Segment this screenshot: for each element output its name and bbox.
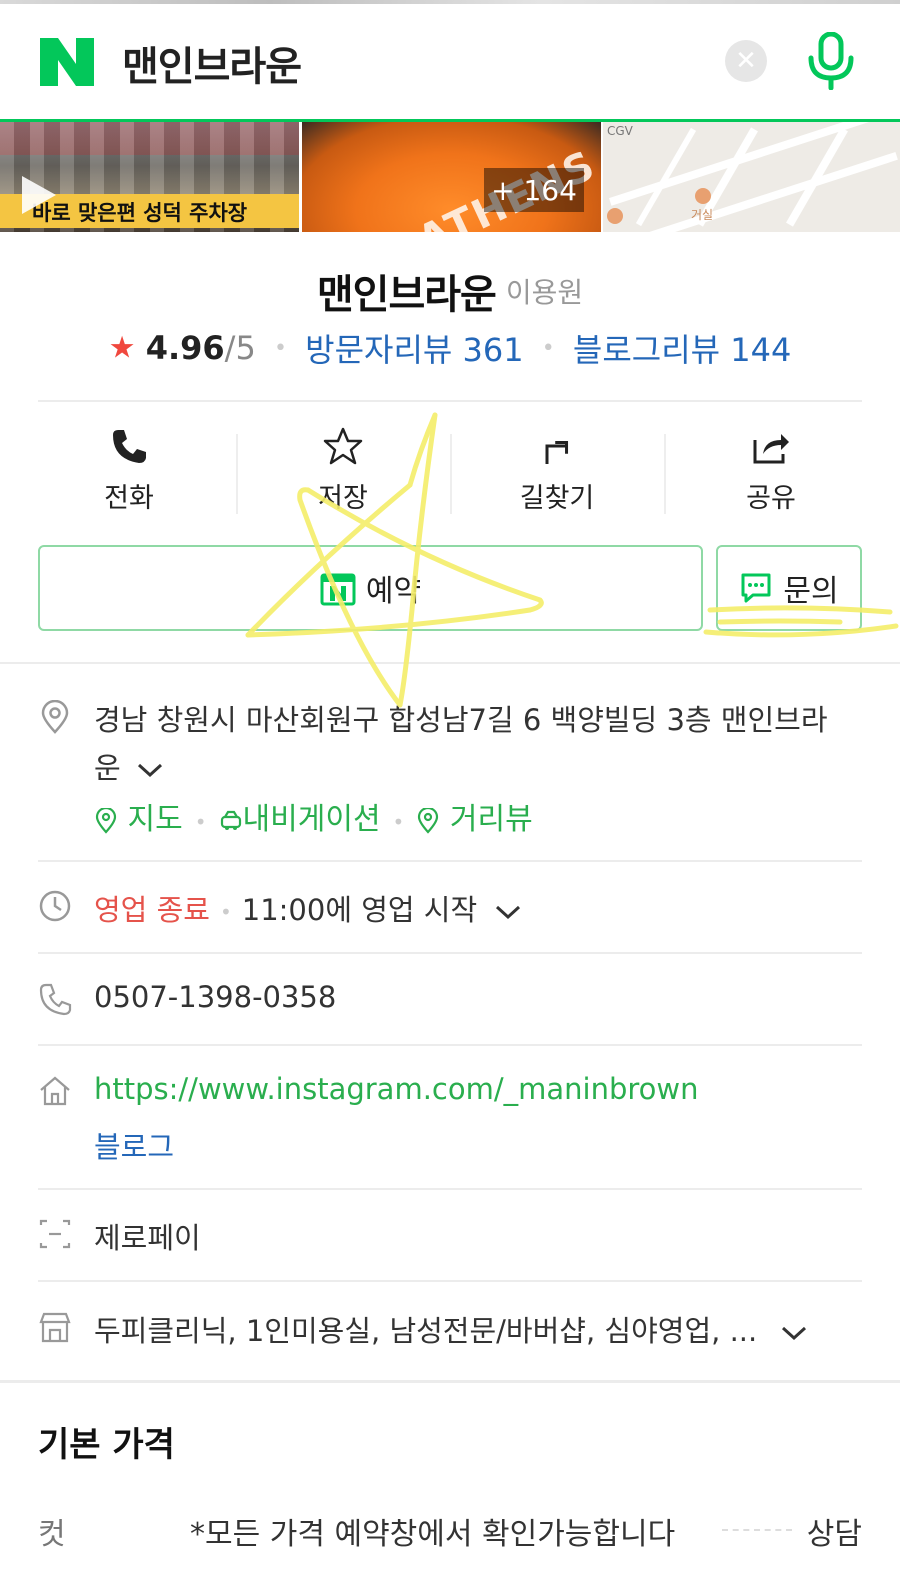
address-line: 운: [94, 751, 121, 785]
blog-link[interactable]: 블로그: [94, 1124, 174, 1166]
price-row: 컷 *모든 가격 예약창에서 확인가능합니다 상담: [38, 1505, 862, 1555]
place-header: 맨인브라운 이용원: [0, 262, 900, 320]
address-text[interactable]: 경남 창원시 마산회원구 합성남7길 6 백양빌딩 3층 맨인브라 운: [94, 696, 862, 792]
street-view-link[interactable]: 거리뷰: [416, 802, 533, 837]
action-bar: 전화 저장 길찾기 공유: [22, 420, 878, 520]
directions-button[interactable]: 길찾기: [450, 420, 664, 520]
separator-dot: •: [541, 335, 555, 361]
naver-logo-icon[interactable]: [40, 38, 94, 86]
navigation-link[interactable]: 내비게이션: [219, 802, 381, 837]
hours-row[interactable]: 영업 종료 • 11:00에 영업 시작: [38, 885, 862, 935]
chevron-down-icon[interactable]: [136, 760, 164, 780]
play-icon[interactable]: [14, 172, 60, 218]
naver-booking-icon: [320, 573, 356, 606]
save-button[interactable]: 저장: [236, 420, 450, 520]
call-label: 전화: [104, 483, 154, 514]
divider: [38, 952, 862, 954]
separator-dot: •: [273, 335, 287, 361]
place-name: 맨인브라운: [316, 272, 497, 318]
video-thumbnail[interactable]: 바로 맞은편 성덕 주차장: [0, 122, 299, 232]
services-text: 두피클리닉, 1인미용실, 남성전문/바버샵, 심야영업, ...: [94, 1308, 808, 1350]
phone-row[interactable]: 0507-1398-0358: [38, 978, 862, 1028]
close-icon: ✕: [735, 46, 757, 76]
address-row: 경남 창원시 마산회원구 합성남7길 6 백양빌딩 3층 맨인브라 운 지도 • 내…: [38, 696, 862, 838]
car-icon: [220, 810, 241, 830]
inquiry-label: 문의: [783, 574, 839, 609]
directions-label: 길찾기: [519, 483, 595, 514]
share-button[interactable]: 공유: [664, 420, 878, 520]
website-row: https://www.instagram.com/_maninbrown 블로…: [38, 1070, 862, 1170]
section-divider: [0, 662, 900, 664]
status-badge: 영업 종료: [94, 893, 210, 927]
divider: [38, 1188, 862, 1190]
divider: [38, 400, 862, 402]
location-pin-icon: [95, 806, 117, 834]
location-pin-icon: [41, 700, 69, 734]
status-strip: [0, 0, 900, 4]
store-icon: [39, 1312, 71, 1343]
chevron-down-icon[interactable]: [780, 1323, 808, 1343]
phone-number[interactable]: 0507-1398-0358: [94, 980, 336, 1014]
address-line: 경남 창원시 마산회원구 합성남7길 6 백양빌딩 3층 맨인브라: [94, 703, 828, 737]
price-item-desc: *모든 가격 예약창에서 확인가능합니다: [190, 1517, 676, 1552]
rating-score: 4.96: [145, 329, 225, 367]
phone-icon: [113, 430, 146, 463]
restaurant-pin-icon: [607, 208, 623, 224]
location-links: 지도 • 내비게이션 • 거리뷰: [94, 794, 533, 838]
pay-icon: [39, 1219, 71, 1249]
rating-max: /5: [224, 329, 256, 367]
services-row[interactable]: 두피클리닉, 1인미용실, 남성전문/바버샵, 심야영업, ...: [38, 1306, 862, 1356]
home-icon: [40, 1076, 70, 1106]
star-icon: [323, 427, 363, 465]
more-photos-badge[interactable]: + 164: [484, 168, 584, 212]
blog-reviews-link[interactable]: 블로그리뷰 144: [573, 331, 791, 369]
price-section-title: 기본 가격: [38, 1425, 175, 1465]
opening-time: 11:00에 영업 시작: [241, 893, 478, 927]
reserve-label: 예약: [365, 574, 422, 609]
price-item-value: 상담: [806, 1517, 862, 1552]
microphone-icon[interactable]: [806, 32, 856, 90]
search-header: 맨인브라운 ✕: [0, 0, 900, 122]
website-link[interactable]: https://www.instagram.com/_maninbrown: [94, 1072, 699, 1106]
payment-text: 제로페이: [94, 1221, 201, 1255]
divider: [38, 1044, 862, 1046]
reserve-button[interactable]: 예약: [38, 545, 703, 631]
map-label: 거실: [691, 208, 714, 222]
restaurant-pin-icon: [695, 188, 711, 204]
clear-search-button[interactable]: ✕: [725, 40, 767, 82]
visitor-reviews-link[interactable]: 방문자리뷰 361: [305, 331, 523, 369]
address-line-2: 운: [94, 744, 862, 792]
directions-icon: [545, 440, 569, 464]
map-link[interactable]: 지도: [94, 802, 183, 837]
divider: [38, 1280, 862, 1282]
price-item-name: 컷: [38, 1517, 66, 1552]
place-category: 이용원: [505, 276, 584, 309]
services-list: 두피클리닉, 1인미용실, 남성전문/바버샵, 심야영업, ...: [94, 1314, 758, 1348]
price-leader-dash: [722, 1529, 792, 1531]
call-button[interactable]: 전화: [22, 420, 236, 520]
share-icon: [753, 434, 789, 464]
chevron-down-icon[interactable]: [494, 902, 522, 922]
section-divider: [0, 1380, 900, 1383]
phone-outline-icon: [39, 983, 72, 1016]
map-label: CGV: [607, 124, 633, 138]
divider: [38, 860, 862, 862]
rating-row: ★ 4.96/5 • 방문자리뷰 361 • 블로그리뷰 144: [0, 325, 900, 371]
save-label: 저장: [318, 483, 368, 514]
clock-icon: [39, 890, 71, 922]
chat-bubble-icon: [741, 573, 771, 603]
search-query[interactable]: 맨인브라운: [122, 34, 302, 92]
photo-thumbnail[interactable]: ATHENS + 164: [302, 122, 601, 232]
map-thumbnail[interactable]: CGV 거실: [603, 122, 900, 232]
photo-strip: 바로 맞은편 성덕 주차장 ATHENS + 164 CGV 거실: [0, 122, 900, 232]
location-pin-icon: [418, 806, 439, 834]
hours-text: 영업 종료 • 11:00에 영업 시작: [94, 887, 522, 929]
share-label: 공유: [746, 483, 796, 514]
payment-row: 제로페이: [38, 1213, 862, 1263]
inquiry-button[interactable]: 문의: [716, 545, 862, 631]
star-rating-icon: ★: [108, 330, 136, 366]
